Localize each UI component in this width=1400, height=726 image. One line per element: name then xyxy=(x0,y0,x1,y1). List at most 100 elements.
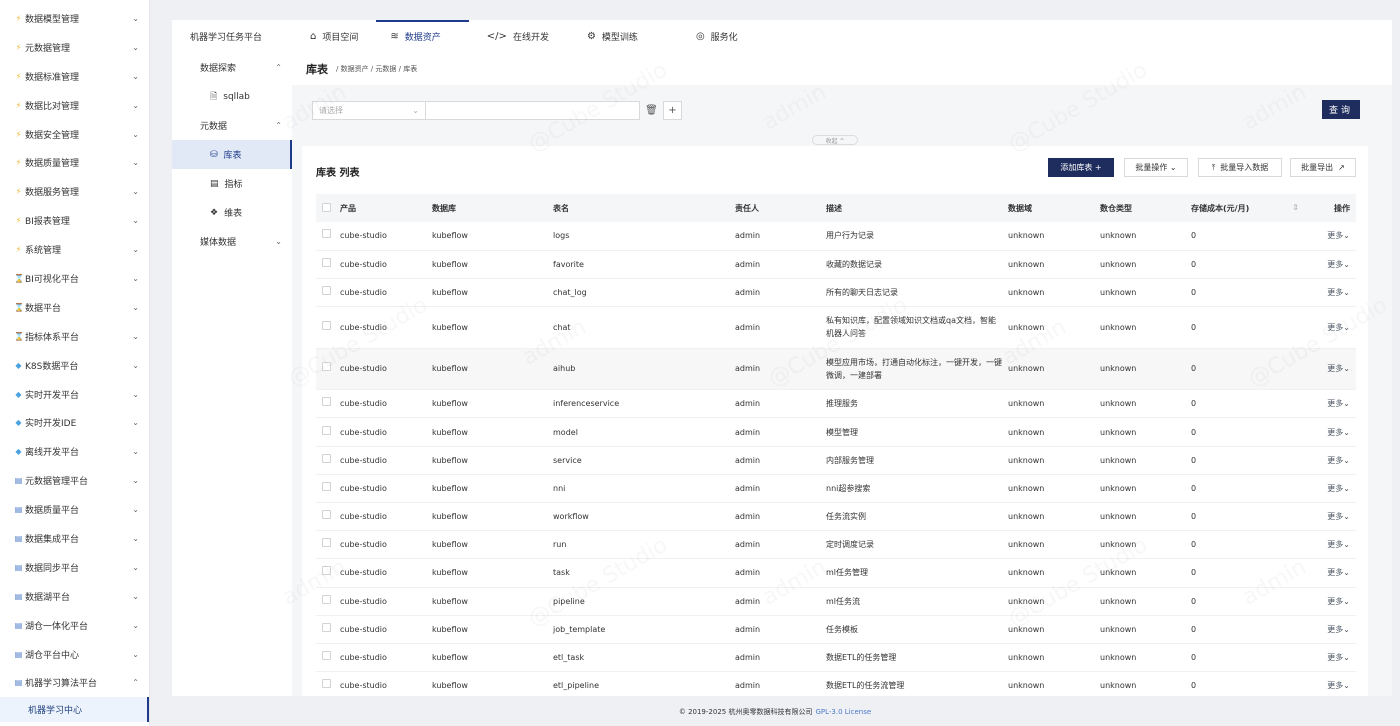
row-select-cell xyxy=(316,530,334,560)
group-media-data[interactable]: 媒体数据 ⌄ xyxy=(172,227,292,256)
sidebar-item[interactable]: ⚡ 数据比对管理 ⌄ xyxy=(0,91,149,120)
sidebar-item[interactable]: ⌛ BI可视化平台 ⌄ xyxy=(0,264,149,293)
sidebar-item[interactable]: ▤ 数据质量平台 ⌄ xyxy=(0,495,149,524)
table-cell: cube-studio xyxy=(334,348,426,391)
row-more-actions[interactable]: 更多⌄ xyxy=(1305,671,1356,701)
collapse-filter-toggle[interactable]: 收起 ^ xyxy=(812,135,858,145)
add-filter-button[interactable]: + xyxy=(663,100,682,120)
row-checkbox[interactable] xyxy=(322,425,331,435)
row-more-actions[interactable]: 更多⌄ xyxy=(1305,278,1356,308)
menu-table[interactable]: ⛁ 库表 xyxy=(172,140,292,169)
sidebar-item[interactable]: ⚡ 数据服务管理 ⌄ xyxy=(0,177,149,206)
column-header[interactable]: 存储成本(元/月) ⇕ xyxy=(1185,194,1305,222)
row-more-actions[interactable]: 更多⌄ xyxy=(1305,222,1356,251)
sidebar-item[interactable]: ⚡ 数据模型管理 ⌄ xyxy=(0,4,149,33)
tab-model-training[interactable]: ⚙ 模型训练 xyxy=(567,20,656,53)
sidebar-item[interactable]: ◆ 实时开发IDE ⌄ xyxy=(0,408,149,437)
sidebar-item[interactable]: ⌛ 数据平台 ⌄ xyxy=(0,293,149,322)
sidebar-item[interactable]: ⚡ 数据安全管理 ⌄ xyxy=(0,120,149,149)
table-row: cube-studio kubeflow chat admin 私有知识库，配置领域知识… xyxy=(316,306,1356,349)
table-header-row: 产品 数据库 表名 责任人 描述 数据域 数仓类型 存储成本(元/月) ⇕ 操作 xyxy=(316,194,1356,222)
tab-data-assets[interactable]: ≋ 数据资产 xyxy=(376,20,470,53)
sidebar-item[interactable]: ▤ 数据同步平台 ⌄ xyxy=(0,553,149,582)
query-button[interactable]: 查询 xyxy=(1322,100,1360,119)
row-more-actions[interactable]: 更多⌄ xyxy=(1305,615,1356,644)
menu-icon: ⌛ xyxy=(14,331,24,341)
group-data-explore[interactable]: 数据探索 ⌃ xyxy=(172,53,292,82)
table-cell: 模型管理 xyxy=(820,417,1002,447)
row-more-actions[interactable]: 更多⌄ xyxy=(1305,389,1356,419)
row-checkbox[interactable] xyxy=(322,481,331,491)
row-checkbox[interactable] xyxy=(322,651,331,661)
sidebar-item[interactable]: ▤ 机器学习算法平台 ⌃ xyxy=(0,668,149,697)
menu-dimension[interactable]: ❖ 维表 xyxy=(172,198,292,227)
table-cell: 0 xyxy=(1185,530,1305,560)
sidebar-item[interactable]: ⚡ 元数据管理 ⌄ xyxy=(0,33,149,62)
sidebar-item[interactable]: ▤ 元数据管理平台 ⌄ xyxy=(0,466,149,495)
tab-project-space[interactable]: ⌂ 项目空间 xyxy=(280,20,376,53)
sidebar-item[interactable]: ⚡ 数据质量管理 ⌄ xyxy=(0,148,149,177)
row-checkbox[interactable] xyxy=(322,566,331,576)
row-more-actions[interactable]: 更多⌄ xyxy=(1305,587,1356,616)
sidebar-item[interactable]: ◆ K8S数据平台 ⌄ xyxy=(0,351,149,380)
row-more-actions[interactable]: 更多⌄ xyxy=(1305,446,1356,475)
plus-icon: + xyxy=(668,104,677,116)
sidebar-subitem-ml-center[interactable]: 机器学习中心 xyxy=(0,697,149,723)
file-icon: 🗎 xyxy=(210,91,218,102)
row-more-actions[interactable]: 更多⌄ xyxy=(1305,250,1356,279)
table-cell: unknown xyxy=(1094,502,1185,532)
select-all-checkbox[interactable] xyxy=(322,202,331,212)
row-checkbox[interactable] xyxy=(322,362,331,372)
row-checkbox[interactable] xyxy=(322,679,331,689)
menu-metric[interactable]: ▤ 指标 xyxy=(172,169,292,198)
row-checkbox[interactable] xyxy=(322,285,331,295)
row-checkbox[interactable] xyxy=(322,510,331,520)
filter-field-select[interactable]: 请选择 ⌄ xyxy=(312,100,426,120)
group-metadata[interactable]: 元数据 ⌃ xyxy=(172,111,292,140)
row-more-actions[interactable]: 更多⌄ xyxy=(1305,530,1356,560)
batch-import-button[interactable]: ⤒ 批量导入数据 xyxy=(1198,158,1282,177)
table-cell: unknown xyxy=(1094,306,1185,349)
row-more-actions[interactable]: 更多⌄ xyxy=(1305,306,1356,349)
batch-action-button[interactable]: 批量操作 ⌄ xyxy=(1124,158,1188,177)
page-title: 库表 xyxy=(306,63,328,76)
table-row: cube-studio kubeflow task admin ml任务管理 unknow… xyxy=(316,558,1356,588)
row-checkbox[interactable] xyxy=(322,397,331,407)
sidebar-item[interactable]: ⚡ 系统管理 ⌄ xyxy=(0,235,149,264)
row-more-actions[interactable]: 更多⌄ xyxy=(1305,474,1356,504)
sidebar-item[interactable]: ⚡ BI报表管理 ⌄ xyxy=(0,206,149,235)
sidebar-item[interactable]: ◆ 实时开发平台 ⌄ xyxy=(0,380,149,409)
license-link[interactable]: GPL-3.0 License xyxy=(815,708,871,716)
batch-export-button[interactable]: 批量导出 ↗ xyxy=(1290,158,1356,177)
filter-value-input[interactable] xyxy=(426,100,640,120)
row-checkbox[interactable] xyxy=(322,538,331,548)
table-cell: admin xyxy=(729,250,820,279)
sidebar-item[interactable]: ◆ 离线开发平台 ⌄ xyxy=(0,437,149,466)
sidebar-item[interactable]: ▤ 湖仓平台中心 ⌄ xyxy=(0,640,149,669)
row-more-actions[interactable]: 更多⌄ xyxy=(1305,417,1356,447)
row-more-actions[interactable]: 更多⌄ xyxy=(1305,558,1356,588)
platform-brand[interactable]: 机器学习任务平台 xyxy=(172,20,280,53)
row-checkbox[interactable] xyxy=(322,320,331,330)
row-checkbox[interactable] xyxy=(322,229,331,239)
tab-serving[interactable]: ◎ 服务化 xyxy=(656,20,756,53)
row-more-actions[interactable]: 更多⌄ xyxy=(1305,502,1356,532)
menu-sqllab[interactable]: 🗎 sqllab xyxy=(172,82,292,111)
delete-filter-button[interactable]: 🗑 xyxy=(642,101,661,120)
add-table-button[interactable]: 添加库表 + xyxy=(1048,158,1114,177)
row-checkbox[interactable] xyxy=(322,453,331,463)
table-cell: unknown xyxy=(1094,222,1185,251)
row-more-actions[interactable]: 更多⌄ xyxy=(1305,643,1356,673)
sidebar-item[interactable]: ⚡ 数据标准管理 ⌄ xyxy=(0,62,149,91)
row-checkbox[interactable] xyxy=(322,594,331,604)
tab-online-dev[interactable]: </> 在线开发 xyxy=(469,20,567,53)
row-checkbox[interactable] xyxy=(322,257,331,267)
row-checkbox[interactable] xyxy=(322,622,331,632)
sidebar-item[interactable]: ▤ 湖仓一体化平台 ⌄ xyxy=(0,611,149,640)
sidebar-item[interactable]: ▤ 数据湖平台 ⌄ xyxy=(0,582,149,611)
row-more-actions[interactable]: 更多⌄ xyxy=(1305,348,1356,391)
table-cell: unknown xyxy=(1094,587,1185,616)
sidebar-item[interactable]: ⌛ 指标体系平台 ⌄ xyxy=(0,322,149,351)
sort-icon[interactable]: ⇕ xyxy=(1292,203,1299,212)
sidebar-item[interactable]: ▤ 数据集成平台 ⌄ xyxy=(0,524,149,553)
